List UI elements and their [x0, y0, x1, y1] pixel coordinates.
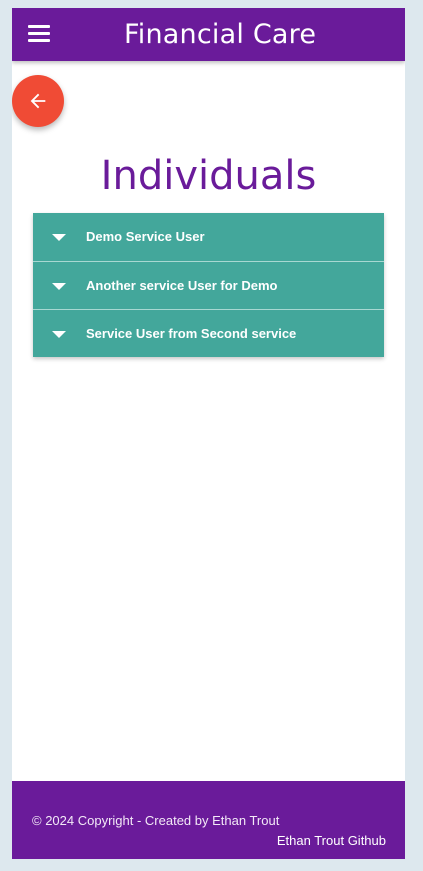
list-item-label: Another service User for Demo [86, 278, 278, 293]
list-item-label: Demo Service User [86, 229, 205, 244]
caret-down-icon [52, 330, 66, 338]
brand-logo[interactable]: Financial Care [124, 19, 316, 51]
caret-down-icon [52, 234, 66, 241]
list-item-label: Service User from Second service [86, 326, 297, 341]
back-button[interactable] [12, 75, 64, 127]
arrow-left-icon [30, 93, 46, 109]
list-item-second-service-user[interactable]: Service User from Second service [33, 309, 384, 357]
caret-down-icon [52, 282, 66, 290]
navbar: Financial Care [12, 8, 405, 61]
individuals-list: Demo Service User Another service User f… [33, 213, 384, 357]
github-link[interactable]: Ethan Trout Github [277, 833, 386, 848]
copyright-text: © 2024 Copyright - Created by Ethan Trou… [32, 813, 280, 828]
menu-bar-middle [28, 32, 50, 35]
menu-bar-bottom [28, 39, 50, 42]
page-title: Individuals [100, 153, 317, 199]
footer: © 2024 Copyright - Created by Ethan Trou… [12, 781, 405, 859]
list-item-demo-service-user[interactable]: Demo Service User [33, 213, 384, 261]
menu-bar-top [28, 25, 50, 28]
app-container: Financial Care Individuals Demo Service … [12, 8, 405, 859]
hamburger-menu-icon[interactable] [28, 25, 50, 43]
list-item-another-service-user[interactable]: Another service User for Demo [33, 261, 384, 309]
